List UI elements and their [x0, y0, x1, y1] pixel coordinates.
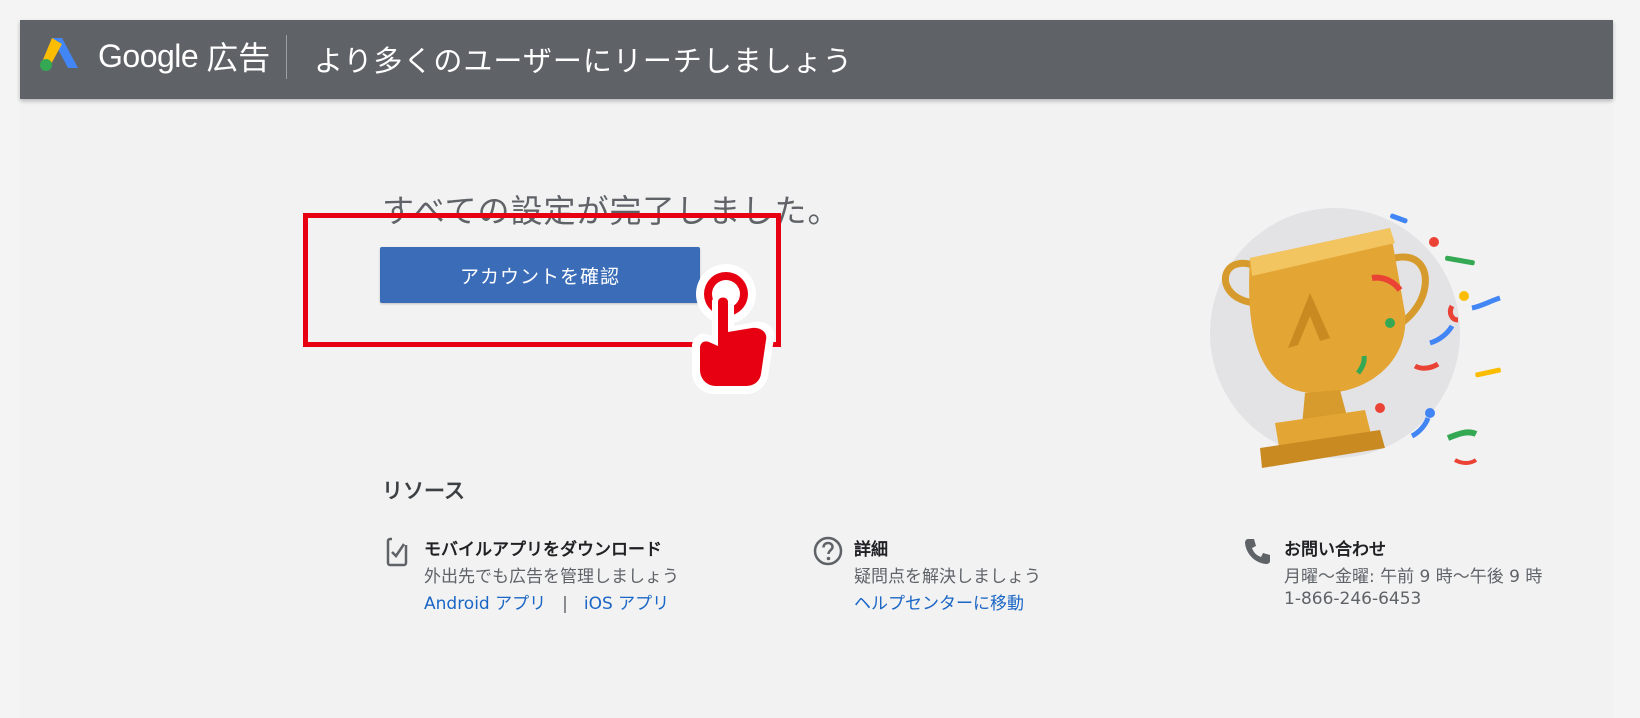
header-divider [286, 35, 287, 79]
resource-details-links: ヘルプセンターに移動 [854, 589, 1024, 614]
resource-details-title: 詳細 [854, 540, 888, 560]
resource-contact: お問い合わせ 月曜〜金曜: 午前 9 時〜午後 9 時 1-866-246-64… [1242, 535, 1602, 615]
contact-phone-number: 1-866-246-6453 [1284, 589, 1422, 609]
resources-heading: リソース [382, 479, 465, 503]
phone-icon [1245, 539, 1270, 564]
resource-details: 詳細 疑問点を解決しましょう ヘルプセンターに移動 [812, 535, 1212, 615]
ios-app-link[interactable]: iOS アプリ [584, 594, 669, 614]
resource-mobile-app: モバイルアプリをダウンロード 外出先でも広告を管理しましょう Android ア… [382, 535, 782, 615]
brand-ads: 広告 [206, 40, 271, 76]
top-app-bar: Google 広告 より多くのユーザーにリーチしましょう [20, 20, 1613, 99]
brand-wordmark: Google 広告 [98, 36, 271, 77]
link-separator: | [562, 594, 568, 614]
tap-hand-icon [692, 264, 775, 394]
google-ads-logo-icon [40, 38, 78, 71]
brand-google: Google [98, 37, 199, 74]
help-center-link[interactable]: ヘルプセンターに移動 [854, 594, 1024, 614]
trophy-confetti-illustration [1210, 208, 1501, 468]
contact-hours: 月曜〜金曜: 午前 9 時〜午後 9 時 [1284, 567, 1543, 587]
resource-mobile-title: モバイルアプリをダウンロード [424, 540, 662, 560]
resource-contact-title: お問い合わせ [1284, 540, 1386, 560]
page-frame: Google 広告 より多くのユーザーにリーチしましょう すべての設定が完了しま… [20, 20, 1613, 718]
view-account-button[interactable]: アカウントを確認 [380, 247, 700, 303]
android-app-link[interactable]: Android アプリ [424, 594, 546, 614]
header-tagline: より多くのユーザーにリーチしましょう [314, 44, 853, 78]
phone-check-icon [386, 535, 414, 567]
resource-mobile-links: Android アプリ | iOS アプリ [424, 589, 669, 614]
resource-details-description: 疑問点を解決しましょう [854, 567, 1041, 587]
resource-mobile-description: 外出先でも広告を管理しましょう [424, 567, 679, 587]
help-circle-icon [813, 536, 843, 566]
